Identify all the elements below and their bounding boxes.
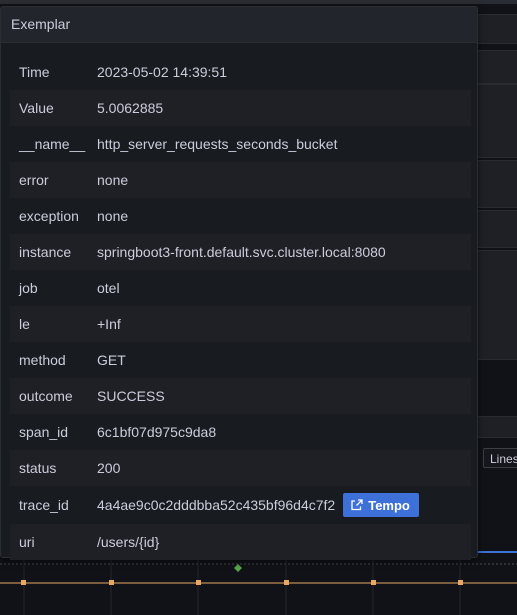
external-link-icon — [351, 499, 363, 511]
table-row: Time 2023-05-02 14:39:51 — [10, 54, 471, 90]
top-strip — [0, 0, 517, 4]
exemplar-table: Time 2023-05-02 14:39:51 Value 5.0062885… — [10, 54, 471, 560]
label-value: 5.0062885 — [97, 100, 164, 116]
table-row: outcome SUCCESS — [10, 378, 471, 414]
label-key: Value — [19, 100, 54, 116]
label-value: 4a4ae9c0c2dddbba52c435bf96d4c7f2 — [97, 497, 336, 513]
label-value: none — [97, 208, 129, 224]
table-row: error none — [10, 162, 471, 198]
table-row: span_id 6c1bf07d975c9da8 — [10, 414, 471, 450]
time-series-chart — [0, 556, 517, 615]
label-value: springboot3-front.default.svc.cluster.lo… — [97, 244, 386, 260]
table-row: uri /users/{id} — [10, 524, 471, 560]
label-value: 6c1bf07d975c9da8 — [97, 424, 217, 440]
series-point — [196, 580, 201, 585]
label-key: Time — [19, 64, 50, 80]
timeline-accent-line — [478, 551, 517, 553]
series-point — [371, 580, 376, 585]
table-row: instance springboot3-front.default.svc.c… — [10, 234, 471, 270]
label-value: 2023-05-02 14:39:51 — [97, 64, 227, 80]
label-value: /users/{id} — [97, 534, 160, 550]
label-key: span_id — [19, 424, 69, 440]
series-point — [458, 580, 463, 585]
label-key: le — [19, 316, 30, 332]
exemplar-tooltip: Exemplar Time 2023-05-02 14:39:51 Value … — [0, 6, 478, 560]
series-point — [109, 580, 114, 585]
label-key: job — [19, 280, 38, 296]
tempo-link-button[interactable]: Tempo — [343, 493, 419, 517]
table-row: job otel — [10, 270, 471, 306]
label-value: 200 — [97, 460, 121, 476]
label-value: +Inf — [97, 316, 121, 332]
label-key: instance — [19, 244, 72, 260]
table-row: trace_id 4a4ae9c0c2dddbba52c435bf96d4c7f… — [10, 486, 471, 524]
tempo-button-label: Tempo — [368, 497, 410, 513]
table-row: status 200 — [10, 450, 471, 486]
exemplar-marker — [234, 564, 242, 572]
label-value: SUCCESS — [97, 388, 165, 404]
table-row: exception none — [10, 198, 471, 234]
tooltip-title: Exemplar — [1, 7, 477, 43]
trace-id-cell: 4a4ae9c0c2dddbba52c435bf96d4c7f2 Tempo — [97, 493, 419, 517]
label-key: __name__ — [19, 136, 86, 152]
table-row: __name__ http_server_requests_seconds_bu… — [10, 126, 471, 162]
series-point — [21, 580, 26, 585]
table-row: Value 5.0062885 — [10, 90, 471, 126]
table-row: method GET — [10, 342, 471, 378]
label-key: outcome — [19, 388, 73, 404]
label-key: status — [19, 460, 57, 476]
label-value: http_server_requests_seconds_bucket — [97, 136, 338, 152]
label-key: method — [19, 352, 66, 368]
label-value: GET — [97, 352, 126, 368]
label-key: uri — [19, 534, 35, 550]
label-value: none — [97, 172, 129, 188]
label-key: trace_id — [19, 497, 69, 513]
label-key: error — [19, 172, 49, 188]
legend-mode-button[interactable]: Lines — [483, 448, 517, 468]
table-row: le +Inf — [10, 306, 471, 342]
series-point — [284, 580, 289, 585]
label-value: otel — [97, 280, 120, 296]
label-key: exception — [19, 208, 79, 224]
